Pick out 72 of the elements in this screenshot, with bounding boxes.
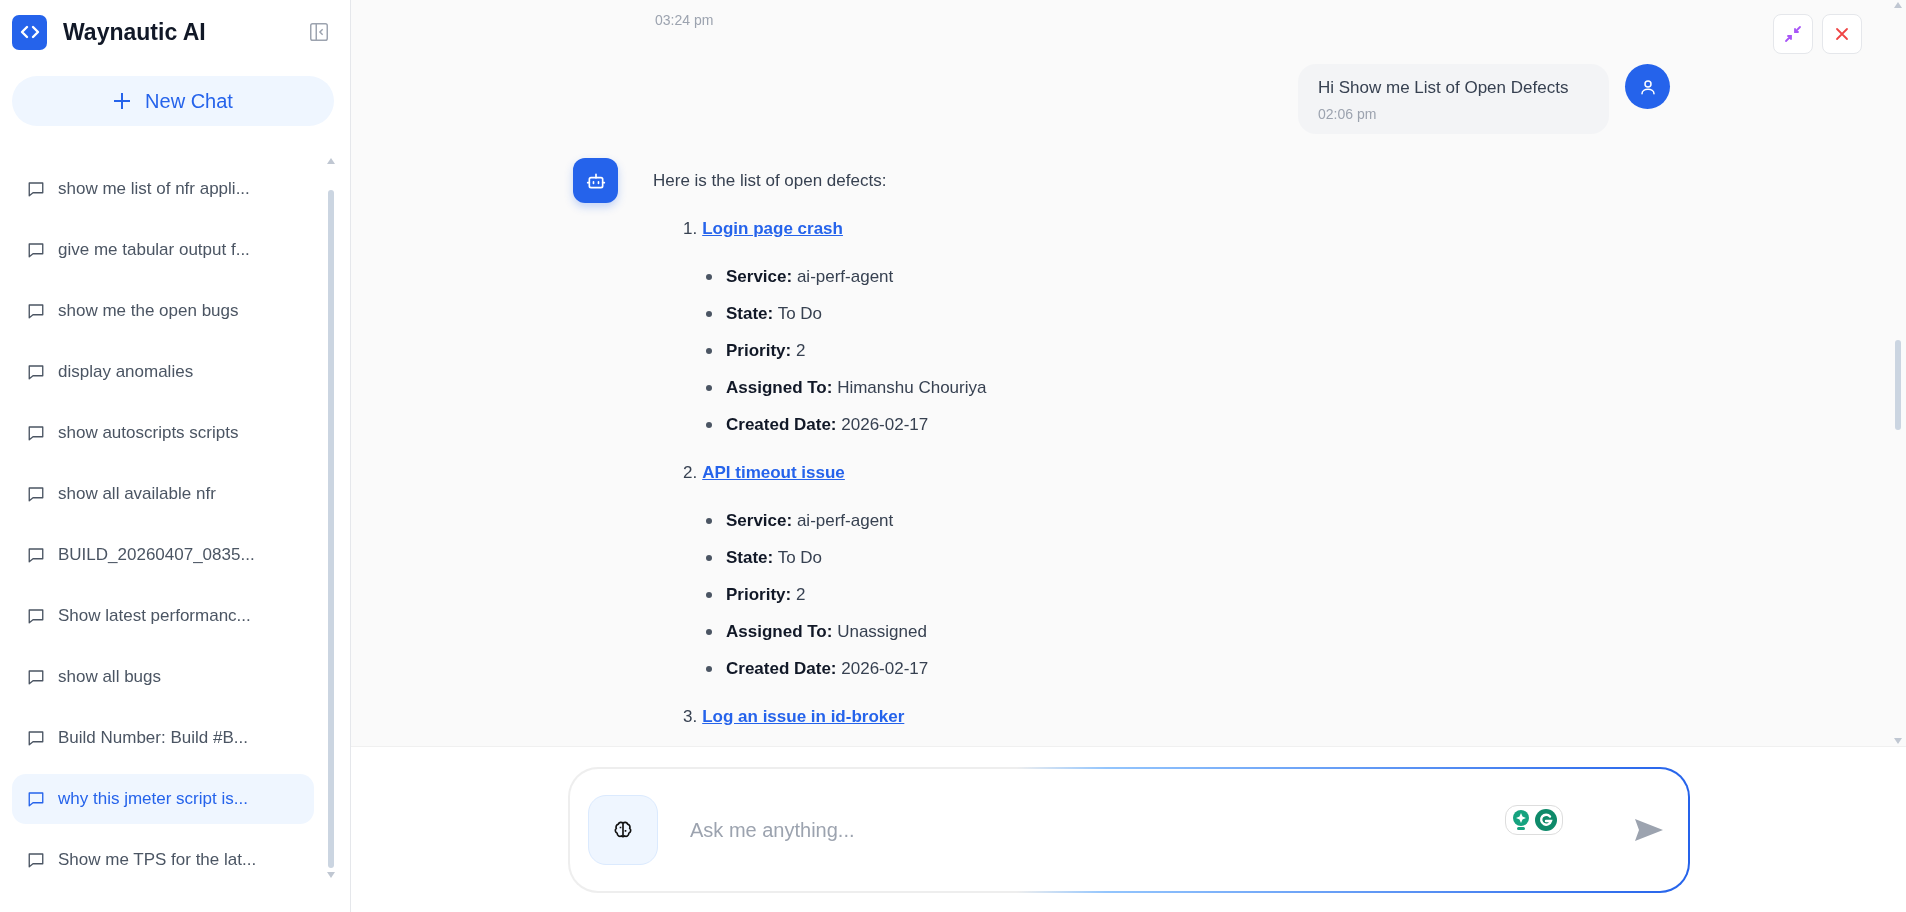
chat-bubble-icon — [27, 485, 45, 503]
bullet-dot — [706, 555, 712, 561]
bullet-dot — [706, 629, 712, 635]
minimize-button[interactable] — [1773, 14, 1813, 54]
message-text: Hi Show me List of Open Defects — [1318, 78, 1570, 98]
bullet-dot — [706, 422, 712, 428]
chat-bubble-icon — [27, 363, 45, 381]
defect-detail: State: To Do — [726, 304, 823, 324]
send-button[interactable] — [1634, 817, 1664, 843]
chat-history-item[interactable]: Build Number: Build #B... — [12, 713, 314, 763]
list-number: 2. — [683, 463, 698, 483]
defect-detail: Assigned To: Himanshu Chouriya — [726, 378, 987, 398]
bullet-dot — [706, 274, 712, 280]
user-avatar-icon — [1625, 64, 1670, 109]
chat-history-item[interactable]: show me list of nfr appli... — [12, 164, 314, 214]
chat-bubble-icon — [27, 180, 45, 198]
defect-detail: Priority: 2 — [726, 341, 806, 361]
defect-detail: Service: ai-perf-agent — [726, 267, 894, 287]
defect-detail: Assigned To: Unassigned — [726, 622, 927, 642]
close-button[interactable] — [1822, 14, 1862, 54]
chat-bubble-icon — [27, 546, 45, 564]
brain-button[interactable] — [588, 795, 658, 865]
app-logo-icon — [12, 14, 47, 50]
app-title: Waynautic AI — [63, 18, 207, 46]
chat-bubble-icon — [27, 241, 45, 259]
send-icon — [1634, 817, 1664, 843]
message-text: Here is the list of open defects: — [653, 171, 888, 191]
lightbulb-icon[interactable] — [1510, 808, 1532, 832]
bullet-dot — [706, 348, 712, 354]
defect-detail: Created Date: 2026-02-17 — [726, 659, 929, 679]
chat-history-item[interactable]: show all bugs — [12, 652, 314, 702]
chat-bubble-icon — [27, 607, 45, 625]
chat-bubble-icon — [27, 729, 45, 747]
collapse-arrows-icon — [1784, 25, 1802, 43]
chat-history-item[interactable]: show all available nfr — [12, 469, 314, 519]
chat-bubble-icon — [27, 668, 45, 686]
bullet-dot — [706, 666, 712, 672]
chat-history-item[interactable]: Show latest performanc... — [12, 591, 314, 641]
bullet-dot — [706, 518, 712, 524]
bullet-dot — [706, 592, 712, 598]
list-number: 3. — [683, 707, 698, 727]
bullet-dot — [706, 385, 712, 391]
defect-detail: State: To Do — [726, 548, 823, 568]
collapse-sidebar-icon[interactable] — [308, 21, 330, 43]
chat-history-item[interactable]: show autoscripts scripts — [12, 408, 314, 458]
chat-bubble-icon — [27, 424, 45, 442]
chat-history-item[interactable]: Show me TPS for the lat... — [12, 835, 314, 885]
bullet-dot — [706, 311, 712, 317]
chat-history-item[interactable]: why this jmeter script is... — [12, 774, 314, 824]
chat-history-item[interactable]: show me the open bugs — [12, 286, 314, 336]
message-time: 03:24 pm — [655, 12, 715, 30]
chat-history-item[interactable]: give me tabular output f... — [12, 225, 314, 275]
defect-link[interactable]: API timeout issue — [702, 463, 845, 483]
close-icon — [1835, 27, 1849, 41]
chat-bubble-icon — [27, 851, 45, 869]
plus-icon — [113, 92, 132, 110]
new-chat-button[interactable]: New Chat — [12, 76, 334, 126]
message-input[interactable]: Ask me anything... — [688, 809, 1614, 851]
defect-detail: Created Date: 2026-02-17 — [726, 415, 929, 435]
chat-history-item[interactable]: display anomalies — [12, 347, 314, 397]
brain-icon — [613, 820, 633, 840]
defect-detail: Priority: 2 — [726, 585, 806, 605]
writing-assistant-icon[interactable] — [1534, 808, 1558, 832]
chat-history-item[interactable]: BUILD_20260407_0835... — [12, 530, 314, 580]
chat-bubble-icon — [27, 790, 45, 808]
defect-detail: Service: ai-perf-agent — [726, 511, 894, 531]
message-time: 02:06 pm — [1318, 106, 1378, 122]
defect-link[interactable]: Login page crash — [702, 219, 843, 239]
chat-bubble-icon — [27, 302, 45, 320]
bot-avatar-icon — [573, 158, 618, 203]
list-number: 1. — [683, 219, 698, 239]
defect-link[interactable]: Log an issue in id-broker — [702, 707, 905, 727]
